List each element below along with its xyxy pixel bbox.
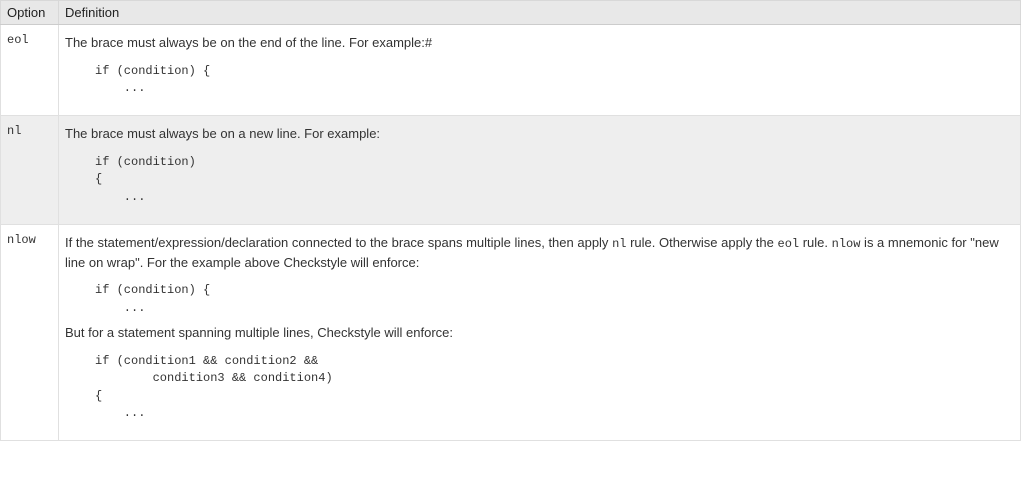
option-cell: nlow	[1, 224, 59, 440]
description-text: The brace must always be on a new line. …	[65, 124, 1014, 144]
table-row: eol The brace must always be on the end …	[1, 25, 1021, 116]
description-text: But for a statement spanning multiple li…	[65, 323, 1014, 343]
options-table: Option Definition eol The brace must alw…	[0, 0, 1021, 441]
col-header-option: Option	[1, 1, 59, 25]
anchor-link[interactable]: #	[425, 35, 432, 50]
code-example: if (condition) { ...	[95, 63, 1014, 98]
option-cell: eol	[1, 25, 59, 116]
inline-code: eol	[778, 237, 800, 251]
inline-code: nl	[612, 237, 626, 251]
description-text: The brace must always be on the end of t…	[65, 33, 1014, 53]
inline-code: nlow	[832, 237, 861, 251]
code-example: if (condition) { ...	[95, 282, 1014, 317]
definition-cell: The brace must always be on the end of t…	[59, 25, 1021, 116]
definition-cell: The brace must always be on a new line. …	[59, 116, 1021, 225]
code-example: if (condition) { ...	[95, 154, 1014, 206]
table-row: nlow If the statement/expression/declara…	[1, 224, 1021, 440]
table-row: nl The brace must always be on a new lin…	[1, 116, 1021, 225]
code-example: if (condition1 && condition2 && conditio…	[95, 353, 1014, 423]
option-cell: nl	[1, 116, 59, 225]
definition-cell: If the statement/expression/declaration …	[59, 224, 1021, 440]
col-header-definition: Definition	[59, 1, 1021, 25]
table-header-row: Option Definition	[1, 1, 1021, 25]
description-text: If the statement/expression/declaration …	[65, 233, 1014, 273]
